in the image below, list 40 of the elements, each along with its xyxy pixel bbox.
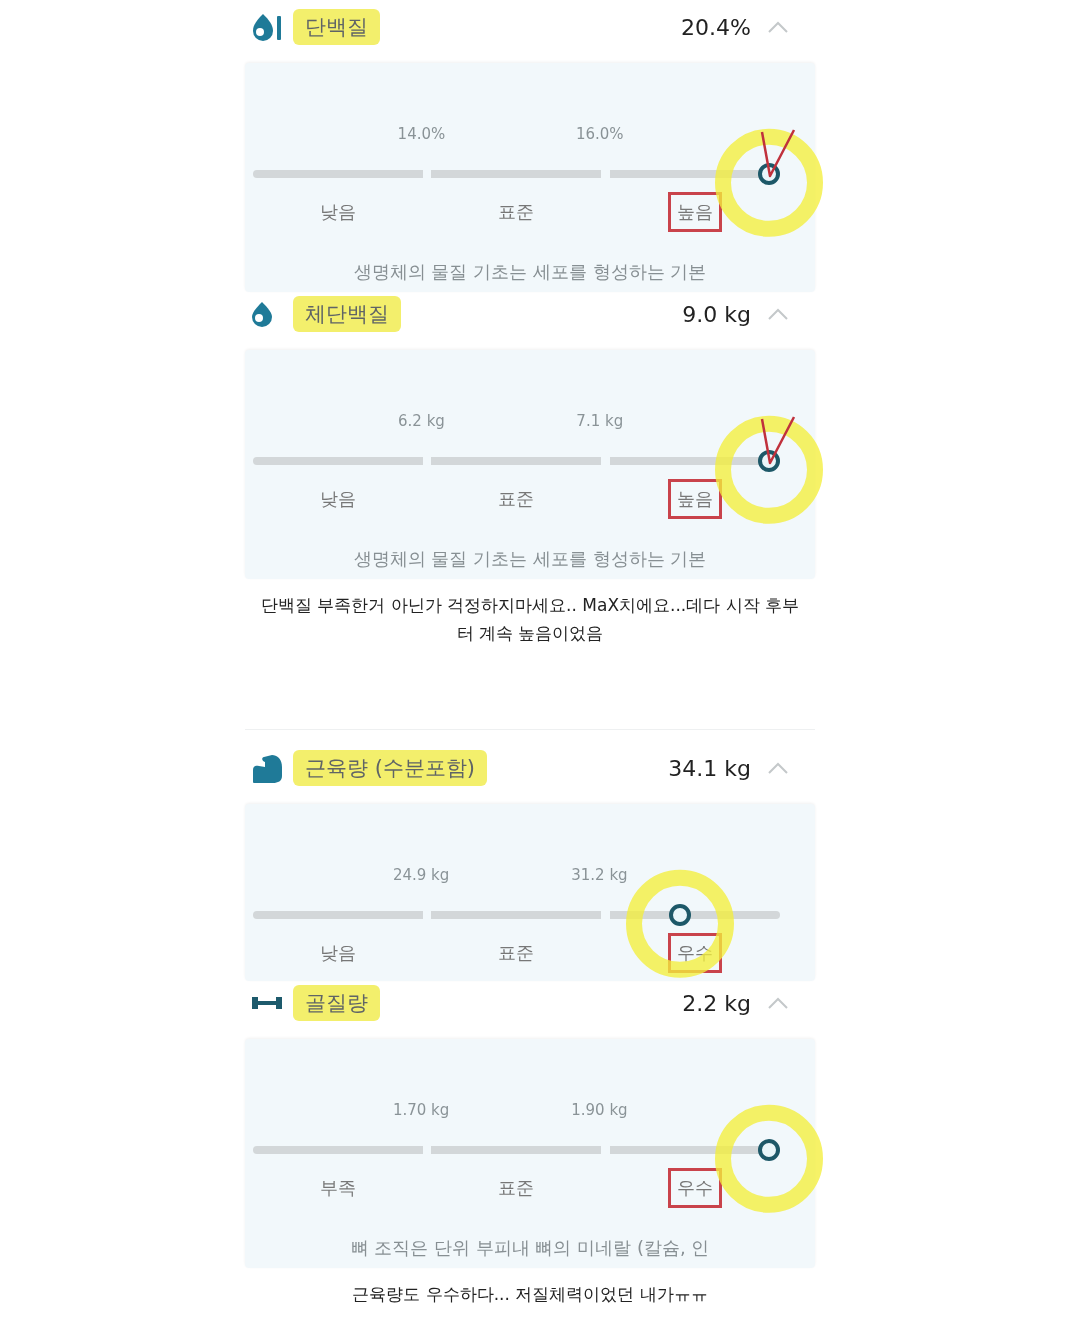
description-text: 뼈 조직은 단위 부피내 뼈의 미네랄 (칼슘, 인 [349, 1236, 711, 1260]
chevron-up-icon[interactable] [767, 761, 789, 775]
metric-name: 근육량 (수분포함) [293, 750, 488, 786]
bone-icon [251, 996, 283, 1010]
band-label: 우수 [667, 1168, 722, 1208]
metric-name: 체단백질 [293, 296, 401, 332]
arm-icon [251, 752, 285, 784]
drop-bar-icon [251, 12, 283, 42]
metric-value: 20.4% [681, 14, 751, 40]
band-label: 높음 [667, 192, 722, 232]
chevron-up-icon[interactable] [767, 996, 789, 1010]
threshold-value: 1.70 kg [392, 1101, 450, 1119]
metric-name: 골질량 [293, 985, 380, 1021]
comment-text: 근육량도 우수하다... 저질체력이었던 내가ㅠㅠ [351, 1283, 709, 1306]
band-label: 부족 [319, 1176, 358, 1200]
chevron-up-icon[interactable] [767, 307, 789, 321]
description-text: 생명체의 물질 기초는 세포를 형성하는 기본 [352, 260, 708, 284]
threshold-value: 6.2 kg [398, 412, 445, 430]
band-label: 낮음 [319, 941, 358, 965]
threshold-value: 7.1 kg [576, 412, 624, 430]
threshold-value: 24.9 kg [392, 866, 450, 884]
band-label: 표준 [497, 941, 536, 965]
band-label: 표준 [497, 487, 536, 511]
metric-value: 9.0 kg [682, 301, 751, 327]
band-label: 표준 [497, 200, 536, 224]
threshold-value: 31.2 kg [571, 866, 628, 884]
metric-name: 단백질 [293, 9, 380, 45]
description-text: 생명체의 물질 기초는 세포를 형성하는 기본 [352, 547, 708, 571]
band-label: 표준 [497, 1176, 536, 1200]
metric-value: 2.2 kg [682, 990, 751, 1016]
threshold-value: 1.90 kg [571, 1101, 628, 1119]
band-label: 낮음 [319, 200, 358, 224]
chevron-up-icon[interactable] [767, 20, 789, 34]
metric-value: 34.1 kg [668, 755, 751, 781]
band-label: 낮음 [319, 487, 358, 511]
drop-icon [251, 301, 273, 327]
comment-text: 단백질 부족한거 아닌가 걱정하지마세요.. MaX치에요...데다 시작 후부 터 계속 높음이었음 [259, 594, 801, 645]
band-label: 높음 [667, 479, 722, 519]
threshold-value: 16.0% [575, 125, 624, 143]
threshold-value: 14.0% [397, 125, 446, 143]
